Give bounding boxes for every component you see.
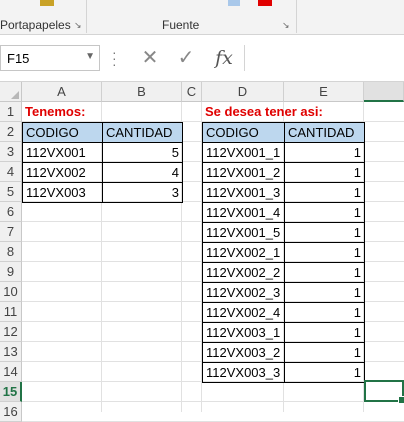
right-table-cell[interactable]: 1 <box>284 342 365 363</box>
right-table-cell[interactable]: 1 <box>284 182 365 203</box>
formula-bar: F15 ▼ · · · ✕ ✓ fx <box>0 35 404 82</box>
ribbon: Portapapeles ↘ Fuente ↘ <box>0 0 404 35</box>
column-header-e[interactable]: E <box>284 82 364 102</box>
font-launcher-icon[interactable]: ↘ <box>282 20 290 31</box>
right-table-cell[interactable]: 112VX003_1 <box>202 322 285 343</box>
font-color-icon[interactable] <box>258 0 272 6</box>
right-table-cell[interactable]: 1 <box>284 322 365 343</box>
gridline <box>22 401 404 402</box>
right-table-cell[interactable]: 112VX001_2 <box>202 162 285 183</box>
right-table-cell[interactable]: 112VX001_3 <box>202 182 285 203</box>
left-title: Tenemos: <box>25 104 86 119</box>
fill-handle[interactable] <box>398 396 404 404</box>
group-divider <box>296 0 297 33</box>
cancel-icon[interactable]: ✕ <box>136 45 164 71</box>
group-divider <box>86 0 87 33</box>
row-header-3[interactable]: 3 <box>0 142 22 162</box>
select-all-button[interactable] <box>0 82 22 102</box>
right-table-cell[interactable]: 1 <box>284 282 365 303</box>
name-box[interactable]: F15 ▼ <box>0 45 100 71</box>
right-table-cell[interactable]: 112VX002_4 <box>202 302 285 323</box>
right-table-cell[interactable]: 1 <box>284 362 365 383</box>
grip-icon[interactable]: · · · <box>112 45 118 71</box>
row-header-2[interactable]: 2 <box>0 122 22 142</box>
row-header-16[interactable]: 16 <box>0 402 22 422</box>
right-table-cell[interactable]: 112VX002_3 <box>202 282 285 303</box>
row-header-15[interactable]: 15 <box>0 382 22 402</box>
column-header-f[interactable] <box>364 82 404 102</box>
column-header-c[interactable]: C <box>182 82 202 102</box>
name-box-value: F15 <box>7 51 30 66</box>
spreadsheet-grid: A B C D E 1 2 3 4 5 6 7 8 9 10 11 12 13 14 15 16 Tenemos: Se d… <box>0 82 404 422</box>
right-table-cell[interactable]: 1 <box>284 262 365 283</box>
left-table-cell[interactable]: 112VX002 <box>22 162 103 183</box>
right-table-cell[interactable]: 112VX002_2 <box>202 262 285 283</box>
left-table-header-cell[interactable]: CODIGO <box>22 122 103 143</box>
font-group-label: Fuente <box>162 18 200 32</box>
left-table-cell[interactable]: 5 <box>102 142 183 163</box>
active-cell-f15[interactable] <box>364 380 404 404</box>
clipboard-launcher-icon[interactable]: ↘ <box>74 20 82 31</box>
formula-input[interactable] <box>250 45 404 71</box>
left-table-header-cell[interactable]: CANTIDAD <box>102 122 183 143</box>
left-table-cell[interactable]: 3 <box>102 182 183 203</box>
right-table-cell[interactable]: 112VX003_2 <box>202 342 285 363</box>
right-table-cell[interactable]: 112VX003_3 <box>202 362 285 383</box>
row-header-13[interactable]: 13 <box>0 342 22 362</box>
fill-color-icon[interactable] <box>228 0 240 6</box>
row-header-4[interactable]: 4 <box>0 162 22 182</box>
row-header-10[interactable]: 10 <box>0 282 22 302</box>
row-header-11[interactable]: 11 <box>0 302 22 322</box>
right-table-header-cell[interactable]: CANTIDAD <box>284 122 365 143</box>
left-table-cell[interactable]: 4 <box>102 162 183 183</box>
right-table-cell[interactable]: 1 <box>284 242 365 263</box>
right-table-cell[interactable]: 1 <box>284 222 365 243</box>
column-header-a[interactable]: A <box>22 82 102 102</box>
column-header-d[interactable]: D <box>202 82 284 102</box>
right-title: Se desea tener asi: <box>205 104 323 119</box>
row-header-12[interactable]: 12 <box>0 322 22 342</box>
clipboard-group-label: Portapapeles <box>0 18 71 32</box>
left-table-cell[interactable]: 112VX003 <box>22 182 103 203</box>
right-table-cell[interactable]: 112VX001_4 <box>202 202 285 223</box>
row-header-1[interactable]: 1 <box>0 102 22 122</box>
row-header-14[interactable]: 14 <box>0 362 22 382</box>
right-table-cell[interactable]: 1 <box>284 142 365 163</box>
right-table-cell[interactable]: 1 <box>284 302 365 323</box>
right-table-cell[interactable]: 112VX001_1 <box>202 142 285 163</box>
right-table-cell[interactable]: 112VX002_1 <box>202 242 285 263</box>
formula-divider <box>244 45 245 71</box>
left-table-cell[interactable]: 112VX001 <box>22 142 103 163</box>
right-table-header-cell[interactable]: CODIGO <box>202 122 285 143</box>
column-header-b[interactable]: B <box>102 82 182 102</box>
row-header-7[interactable]: 7 <box>0 222 22 242</box>
insert-function-icon[interactable]: fx <box>210 45 238 71</box>
row-header-6[interactable]: 6 <box>0 202 22 222</box>
chevron-down-icon[interactable]: ▼ <box>85 51 95 62</box>
row-header-9[interactable]: 9 <box>0 262 22 282</box>
right-table-cell[interactable]: 112VX001_5 <box>202 222 285 243</box>
right-table-cell[interactable]: 1 <box>284 162 365 183</box>
enter-icon[interactable]: ✓ <box>172 45 200 71</box>
row-header-5[interactable]: 5 <box>0 182 22 202</box>
right-table-cell[interactable]: 1 <box>284 202 365 223</box>
row-header-8[interactable]: 8 <box>0 242 22 262</box>
paste-brush-icon[interactable] <box>40 0 54 6</box>
